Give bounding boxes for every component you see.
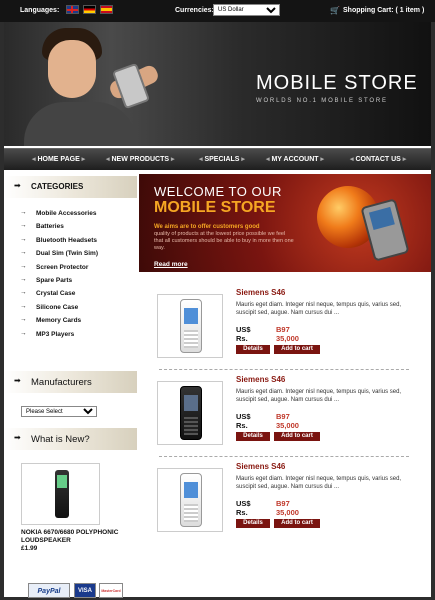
divider: [159, 456, 409, 457]
details-button[interactable]: Details: [236, 432, 270, 441]
welcome-line1: WELCOME TO OUR: [154, 184, 282, 199]
arrow-bullet-icon: →: [20, 329, 27, 337]
nav-specials[interactable]: SPECIALS: [199, 155, 245, 163]
usd-price: B97: [276, 325, 290, 334]
product-image[interactable]: [157, 468, 223, 532]
arrow-right-icon: ➡: [14, 376, 21, 385]
categories-header: ➡ CATEGORIES: [4, 176, 137, 198]
rs-price: 35,000: [276, 334, 299, 343]
details-button[interactable]: Details: [236, 519, 270, 528]
arrow-bullet-icon: →: [20, 249, 27, 257]
welcome-banner: WELCOME TO OUR MOBILE STORE We aims are …: [139, 174, 431, 272]
paypal-logo: PayPal: [28, 583, 70, 598]
languages-label: Languages:: [20, 7, 60, 14]
rs-label: Rs.: [236, 421, 248, 430]
details-button[interactable]: Details: [236, 345, 270, 354]
add-to-cart-button[interactable]: Add to cart: [274, 519, 320, 528]
category-item[interactable]: → Mobile Accessories: [4, 207, 137, 220]
nav-home[interactable]: HOME PAGE: [32, 155, 85, 163]
rs-label: Rs.: [236, 508, 248, 517]
category-item[interactable]: → Spare Parts: [4, 274, 137, 287]
new-product-price: £1.99: [21, 545, 38, 552]
rs-label: Rs.: [236, 334, 248, 343]
categories-title: CATEGORIES: [31, 182, 84, 191]
category-item[interactable]: → Dual Sim (Twin Sim): [4, 247, 137, 260]
rs-price: 35,000: [276, 508, 299, 517]
new-product-info[interactable]: NOKIA 6670/6680 POLYPHONIC LOUDSPEAKER £…: [21, 529, 131, 553]
product-card: Siemens S46 Mauris eget diam. Integer ni…: [139, 375, 431, 460]
sidebar: ➡ CATEGORIES → Mobile Accessories → Batter…: [4, 173, 137, 598]
category-item[interactable]: → Memory Cards: [4, 314, 137, 327]
usd-price: B97: [276, 412, 290, 421]
manufacturers-title: Manufacturers: [31, 377, 92, 388]
whatsnew-header: ➡ What is New?: [4, 428, 137, 450]
add-to-cart-button[interactable]: Add to cart: [274, 432, 320, 441]
product-card: Siemens S46 Mauris eget diam. Integer ni…: [139, 462, 431, 547]
product-description: Mauris eget diam. Integer nisl neque, te…: [236, 476, 402, 490]
arrow-bullet-icon: →: [20, 235, 27, 243]
hero-phone-image: [360, 198, 410, 262]
category-item[interactable]: → Screen Protector: [4, 261, 137, 274]
nav-my-account[interactable]: MY ACCOUNT: [266, 155, 324, 163]
arrow-right-icon: ➡: [14, 433, 21, 442]
usd-price: B97: [276, 499, 290, 508]
spanish-flag-icon[interactable]: [100, 5, 113, 14]
rs-price: 35,000: [276, 421, 299, 430]
shopping-cart-link[interactable]: Shopping Cart: ( 1 item ): [343, 7, 424, 14]
product-image[interactable]: [157, 381, 223, 445]
category-item[interactable]: → Silicone Case: [4, 301, 137, 314]
welcome-body: quality of products at the lowest price …: [154, 231, 294, 251]
product-description: Mauris eget diam. Integer nisl neque, te…: [236, 389, 402, 403]
header-banner: MOBILE STORE WORLDS NO.1 MOBILE STORE: [4, 22, 431, 146]
store-title: MOBILE STORE: [256, 72, 418, 94]
product-name[interactable]: Siemens S46: [236, 375, 285, 384]
banner-photo: [24, 28, 161, 146]
add-to-cart-button[interactable]: Add to cart: [274, 345, 320, 354]
arrow-bullet-icon: →: [20, 289, 27, 297]
product-name[interactable]: Siemens S46: [236, 462, 285, 471]
nav-new-products[interactable]: NEW PRODUCTS: [106, 155, 175, 163]
category-item[interactable]: → MP3 Players: [4, 328, 137, 341]
usd-label: US$: [236, 412, 251, 421]
arrow-bullet-icon: →: [20, 302, 27, 310]
product-description: Mauris eget diam. Integer nisl neque, te…: [236, 302, 402, 316]
category-item[interactable]: → Bluetooth Headsets: [4, 234, 137, 247]
english-flag-icon[interactable]: [66, 5, 79, 14]
category-item[interactable]: → Batteries: [4, 220, 137, 233]
welcome-line3: We aims are to offer customers good: [154, 224, 260, 230]
usd-label: US$: [236, 499, 251, 508]
category-item[interactable]: → Crystal Case: [4, 287, 137, 300]
cart-icon[interactable]: 🛒: [330, 6, 340, 15]
read-more-link[interactable]: Read more: [154, 261, 188, 268]
manufacturer-select[interactable]: Please Select: [21, 406, 97, 417]
category-list: → Mobile Accessories → Batteries → Bluetoot…: [4, 207, 137, 341]
visa-logo: VISA: [74, 583, 96, 598]
product-name[interactable]: Siemens S46: [236, 288, 285, 297]
store-tagline: WORLDS NO.1 MOBILE STORE: [256, 98, 388, 104]
top-bar: Languages: Currencies: US Dollar 🛒 Shopp…: [0, 0, 435, 22]
whatsnew-title: What is New?: [31, 434, 90, 445]
currency-select[interactable]: US Dollar: [213, 4, 280, 16]
usd-label: US$: [236, 325, 251, 334]
arrow-right-icon: ➡: [14, 181, 21, 190]
arrow-bullet-icon: →: [20, 262, 27, 270]
arrow-bullet-icon: →: [20, 275, 27, 283]
arrow-bullet-icon: →: [20, 209, 27, 216]
currencies-label: Currencies:: [175, 7, 214, 14]
new-product-image[interactable]: [21, 463, 100, 525]
nav-contact-us[interactable]: CONTACT US: [350, 155, 406, 163]
arrow-bullet-icon: →: [20, 222, 27, 230]
mastercard-logo: MasterCard: [99, 583, 123, 598]
product-image[interactable]: [157, 294, 223, 358]
welcome-line2: MOBILE STORE: [154, 199, 276, 216]
page-container: MOBILE STORE WORLDS NO.1 MOBILE STORE HO…: [4, 22, 431, 598]
main-nav: HOME PAGE NEW PRODUCTS SPECIALS MY ACCOU…: [4, 148, 431, 170]
new-product-name[interactable]: NOKIA 6670/6680 POLYPHONIC LOUDSPEAKER: [21, 529, 131, 545]
divider: [159, 369, 409, 370]
german-flag-icon[interactable]: [83, 5, 96, 14]
product-card: Siemens S46 Mauris eget diam. Integer ni…: [139, 288, 431, 373]
arrow-bullet-icon: →: [20, 316, 27, 324]
manufacturers-header: ➡ Manufacturers: [4, 371, 137, 393]
